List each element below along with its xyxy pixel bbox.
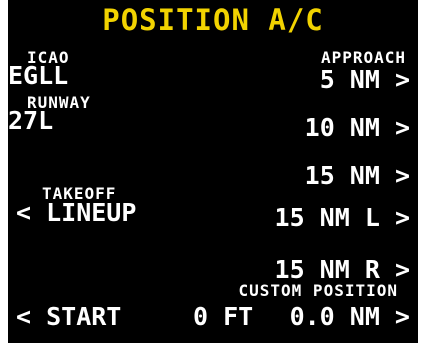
mcdu-screen: POSITION A/C ICAO EGLL RUNWAY 27L TAKEOF… [8,0,418,343]
approach-15nm-button[interactable]: 15 NM > [305,163,410,188]
custom-distance-button[interactable]: 0.0 NM > [290,304,410,329]
approach-15nm-r-button[interactable]: 15 NM R > [275,257,410,282]
page-title: POSITION A/C [102,3,324,37]
custom-altitude-field[interactable]: 0 FT [193,304,253,329]
lineup-button[interactable]: < LINEUP [16,200,136,225]
approach-10nm-button[interactable]: 10 NM > [305,115,410,140]
runway-field[interactable]: 27L [8,108,53,133]
approach-15nm-l-button[interactable]: 15 NM L > [275,205,410,230]
approach-5nm-button[interactable]: 5 NM > [320,67,410,92]
approach-label: APPROACH [320,48,406,67]
start-button[interactable]: < START [16,304,121,329]
icao-field[interactable]: EGLL [8,63,68,88]
custom-position-label: CUSTOM POSITION [238,281,398,300]
